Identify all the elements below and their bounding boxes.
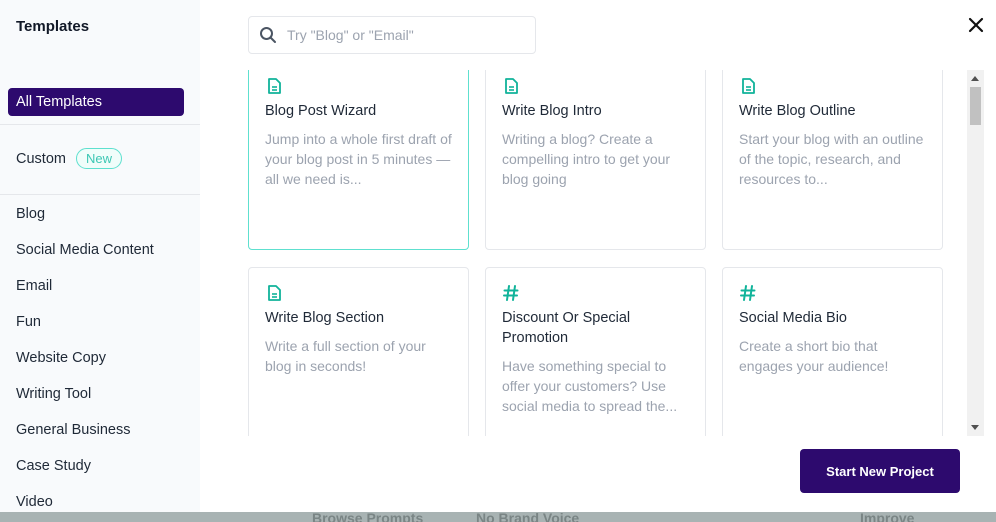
card-description: Start your blog with an outline of the t… xyxy=(739,131,924,187)
card-title: Discount Or Special Promotion xyxy=(502,310,631,346)
sidebar-item-video[interactable]: Video xyxy=(16,494,53,510)
card-title: Write Blog Intro xyxy=(502,103,602,119)
sidebar-item-case-study[interactable]: Case Study xyxy=(16,458,91,474)
card-title: Write Blog Outline xyxy=(739,103,856,119)
card-description: Jump into a whole first draft of your bl… xyxy=(265,131,452,187)
card-description: Have something special to offer your cus… xyxy=(502,358,678,414)
sidebar-item-label: Custom xyxy=(16,150,66,167)
document-icon xyxy=(268,78,281,94)
sidebar-item-website-copy[interactable]: Website Copy xyxy=(16,350,106,366)
sidebar-item-custom[interactable]: Custom New xyxy=(16,148,122,169)
hash-icon xyxy=(503,285,519,301)
grid-scrollbar[interactable] xyxy=(967,70,984,436)
background-improve: Improve xyxy=(860,510,915,522)
background-page-strip: Browse Prompts No Brand Voice Improve xyxy=(0,510,996,522)
scroll-up-arrow-icon[interactable] xyxy=(971,76,979,81)
sidebar-item-all-templates[interactable]: All Templates xyxy=(8,88,184,116)
card-description: Write a full section of your blog in sec… xyxy=(265,338,426,374)
document-icon xyxy=(505,78,518,94)
search-icon xyxy=(260,27,276,43)
template-card-write-blog-outline[interactable]: Write Blog Outline Start your blog with … xyxy=(722,70,943,250)
sidebar-item-writing-tool[interactable]: Writing Tool xyxy=(16,386,91,402)
sidebar-divider xyxy=(0,124,200,125)
template-card-discount-or-special-promotion[interactable]: Discount Or Special Promotion Have somet… xyxy=(485,267,706,436)
background-brand-voice: No Brand Voice xyxy=(476,510,580,522)
start-new-project-button[interactable]: Start New Project xyxy=(800,449,960,493)
document-icon xyxy=(742,78,755,94)
sidebar-item-fun[interactable]: Fun xyxy=(16,314,41,330)
template-card-social-media-bio[interactable]: Social Media Bio Create a short bio that… xyxy=(722,267,943,436)
scroll-thumb[interactable] xyxy=(970,87,981,125)
hash-icon xyxy=(740,285,756,301)
card-title: Social Media Bio xyxy=(739,310,847,326)
search-box[interactable] xyxy=(248,16,536,54)
sidebar-item-email[interactable]: Email xyxy=(16,278,52,294)
card-title: Write Blog Section xyxy=(265,310,385,326)
search-input[interactable] xyxy=(287,27,517,43)
sidebar-title: Templates xyxy=(16,18,90,35)
card-description: Writing a blog? Create a compelling intr… xyxy=(502,131,671,187)
template-card-blog-post-wizard[interactable]: Blog Post Wizard Jump into a whole first… xyxy=(248,70,469,250)
background-browse-prompts: Browse Prompts xyxy=(312,510,424,522)
sidebar-divider xyxy=(0,194,200,195)
close-icon[interactable] xyxy=(965,14,987,36)
sidebar-item-social-media-content[interactable]: Social Media Content xyxy=(16,242,154,258)
card-description: Create a short bio that engages your aud… xyxy=(739,338,889,374)
template-card-write-blog-intro[interactable]: Write Blog Intro Writing a blog? Create … xyxy=(485,70,706,250)
document-icon xyxy=(268,285,281,301)
sidebar-item-blog[interactable]: Blog xyxy=(16,206,45,222)
scroll-down-arrow-icon[interactable] xyxy=(971,425,979,430)
new-badge: New xyxy=(75,148,122,169)
templates-grid: Blog Post Wizard Jump into a whole first… xyxy=(244,70,956,436)
templates-sidebar: Templates All Templates Custom New Blog … xyxy=(0,0,200,512)
sidebar-item-general-business[interactable]: General Business xyxy=(16,422,130,438)
card-title: Blog Post Wizard xyxy=(265,103,377,119)
template-card-write-blog-section[interactable]: Write Blog Section Write a full section … xyxy=(248,267,469,436)
